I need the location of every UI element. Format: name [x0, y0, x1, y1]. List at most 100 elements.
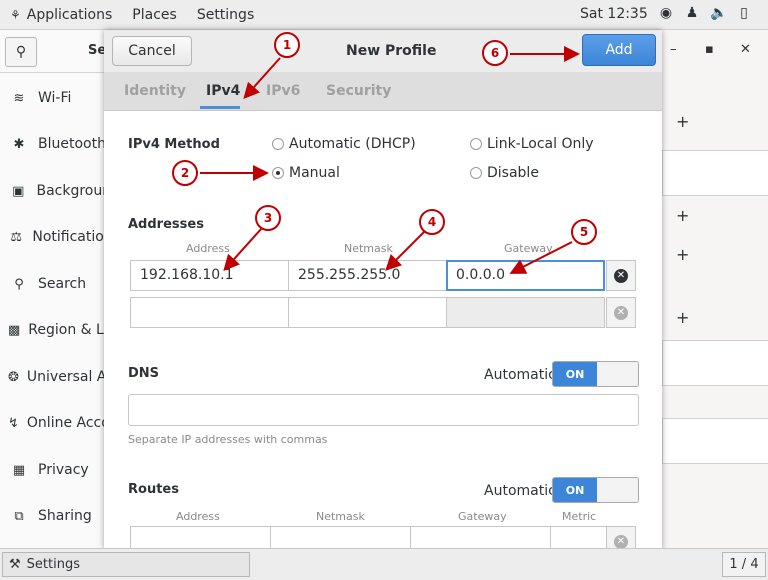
address-input[interactable] — [130, 297, 289, 328]
route-address-input[interactable] — [130, 526, 271, 550]
privacy-icon: ▦ — [12, 462, 26, 478]
radio-circle — [470, 138, 482, 150]
dns-input[interactable] — [128, 394, 639, 426]
radio-circle-selected — [272, 167, 284, 179]
radio-circle — [272, 138, 284, 150]
sidebar-item-background[interactable]: ▣ Background — [0, 171, 120, 211]
routes-automatic-label: Automatic — [484, 483, 556, 499]
tab-bar: Identity IPv4 IPv6 Security — [104, 72, 662, 111]
sidebar-item-label: Search — [38, 276, 87, 292]
close-icon[interactable]: ✕ — [740, 42, 751, 57]
settings-sidebar: ⚲ Se ≋ Wi-Fi ✱ Bluetooth ▣ Background ⚖ Noti… — [0, 30, 121, 548]
sidebar-item-label: Bluetooth — [38, 136, 106, 152]
new-profile-dialog: Cancel New Profile Add Identity IPv4 IPv… — [104, 30, 662, 550]
taskbar: ⚒ Settings 1 / 4 — [0, 548, 768, 580]
settings-tools-icon: ⚒ — [9, 557, 21, 572]
bluetooth-icon: ✱ — [13, 136, 25, 152]
applications-menu[interactable]: ⚘ Applications — [0, 0, 122, 30]
region-icon: ▩ — [8, 322, 21, 338]
delete-address-button[interactable]: ✕ — [606, 297, 636, 328]
dns-automatic-switch[interactable]: ON — [552, 361, 639, 387]
add-icon[interactable]: + — [676, 308, 689, 327]
wifi-icon: ≋ — [13, 90, 25, 106]
radio-dhcp[interactable]: Automatic (DHCP) — [272, 136, 416, 152]
add-button[interactable]: Add — [582, 34, 656, 66]
tab-identity[interactable]: Identity — [124, 83, 186, 99]
search-button[interactable]: ⚲ — [5, 37, 37, 67]
top-bar: ⚘ Applications Places Settings Sat 12:35… — [0, 0, 768, 30]
sidebar-item-wifi[interactable]: ≋ Wi-Fi — [0, 78, 120, 118]
tab-ipv4[interactable]: IPv4 — [206, 83, 240, 99]
delete-address-button[interactable]: ✕ — [606, 260, 636, 291]
route-metric-input[interactable] — [550, 526, 607, 550]
workspace-pager[interactable]: 1 / 4 — [722, 552, 766, 577]
background-icon: ▣ — [12, 183, 25, 199]
sidebar-item-label: Wi-Fi — [38, 90, 72, 106]
column-header-address: Address — [186, 242, 230, 255]
add-icon[interactable]: + — [676, 245, 689, 264]
netmask-input[interactable] — [288, 297, 447, 328]
radio-disable[interactable]: Disable — [470, 165, 539, 181]
dns-label: DNS — [128, 366, 160, 381]
routes-header-gateway: Gateway — [458, 510, 507, 523]
applications-label: Applications — [26, 6, 113, 23]
pane-row[interactable] — [662, 418, 768, 464]
radio-label: Manual — [289, 165, 340, 181]
add-icon[interactable]: + — [676, 112, 689, 131]
places-menu[interactable]: Places — [122, 0, 187, 30]
route-gateway-input[interactable] — [410, 526, 551, 550]
active-tab-indicator — [200, 106, 240, 109]
switch-on-label: ON — [553, 362, 597, 386]
pane-row[interactable] — [662, 150, 768, 196]
minimize-icon[interactable]: – — [670, 42, 677, 57]
maximize-icon[interactable]: ▪ — [705, 42, 714, 57]
gateway-input[interactable] — [446, 297, 605, 328]
settings-menu[interactable]: Settings — [187, 0, 264, 30]
address-input[interactable]: 192.168.10.1 — [130, 260, 289, 291]
pane-row[interactable] — [662, 340, 768, 386]
taskbar-item-label: Settings — [26, 557, 80, 572]
volume-icon: 🔈 — [710, 5, 728, 21]
gateway-input[interactable]: 0.0.0.0 — [446, 260, 605, 291]
radio-manual[interactable]: Manual — [272, 165, 340, 181]
sidebar-item-universal-access[interactable]: ❂Universal Access — [0, 357, 120, 397]
netmask-input[interactable]: 255.255.255.0 — [288, 260, 447, 291]
search-icon: ⚲ — [14, 276, 24, 292]
search-icon: ⚲ — [15, 44, 27, 60]
routes-header-netmask: Netmask — [316, 510, 365, 523]
dialog-header: Cancel New Profile Add — [104, 30, 662, 73]
sidebar-item-sharing[interactable]: ⧉ Sharing — [0, 496, 120, 536]
sidebar-item-label: Sharing — [38, 508, 92, 524]
sidebar-item-bluetooth[interactable]: ✱ Bluetooth — [0, 124, 120, 164]
add-icon[interactable]: + — [676, 206, 689, 225]
applications-icon: ⚘ — [10, 7, 21, 22]
delete-icon: ✕ — [614, 534, 628, 549]
delete-route-button[interactable]: ✕ — [606, 526, 636, 550]
system-tray[interactable]: ◉ ♟ 🔈 ▯ — [658, 5, 752, 21]
sidebar-item-region[interactable]: ▩Region & Language — [0, 310, 120, 350]
sharing-icon: ⧉ — [14, 508, 24, 524]
sidebar-item-search[interactable]: ⚲ Search — [0, 264, 120, 304]
routes-label: Routes — [128, 482, 179, 497]
cancel-button[interactable]: Cancel — [112, 36, 192, 66]
radio-label: Link-Local Only — [487, 136, 594, 152]
route-netmask-input[interactable] — [270, 526, 411, 550]
routes-header-metric: Metric — [562, 510, 597, 523]
places-label: Places — [132, 6, 177, 23]
column-header-gateway: Gateway — [504, 242, 553, 255]
notifications-icon: ⚖ — [10, 229, 23, 245]
sidebar-item-privacy[interactable]: ▦ Privacy — [0, 450, 120, 490]
accessibility-icon: ♟ — [685, 5, 699, 21]
settings-content-pane — [662, 30, 768, 548]
tab-ipv6[interactable]: IPv6 — [266, 83, 300, 99]
radio-label: Disable — [487, 165, 539, 181]
clock[interactable]: Sat 12:35 — [580, 6, 648, 22]
tab-security[interactable]: Security — [326, 83, 391, 99]
routes-automatic-switch[interactable]: ON — [552, 477, 639, 503]
taskbar-item-settings[interactable]: ⚒ Settings — [2, 552, 250, 577]
dialog-title: New Profile — [346, 43, 437, 59]
sidebar-item-online-accounts[interactable]: ↯Online Accounts — [0, 403, 120, 443]
sidebar-item-notifications[interactable]: ⚖ Notifications — [0, 217, 120, 257]
radio-link-local[interactable]: Link-Local Only — [470, 136, 594, 152]
settings-label: Settings — [196, 6, 255, 23]
